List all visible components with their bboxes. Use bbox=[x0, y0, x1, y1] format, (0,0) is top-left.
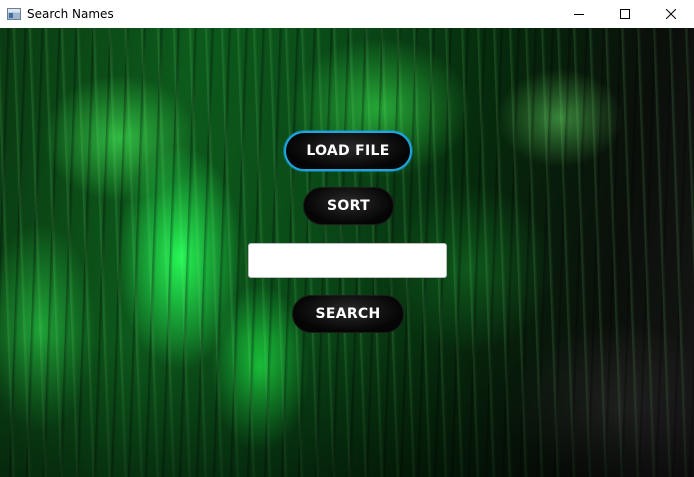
sort-button[interactable]: SORT bbox=[303, 187, 394, 225]
app-window: Search Names LOAD FILE SORT SEARCH bbox=[0, 0, 694, 477]
window-controls bbox=[556, 0, 694, 28]
main-content: LOAD FILE SORT SEARCH bbox=[0, 28, 694, 477]
close-button[interactable] bbox=[648, 0, 694, 28]
search-input[interactable] bbox=[248, 243, 447, 278]
search-button[interactable]: SEARCH bbox=[292, 295, 404, 333]
title-bar[interactable]: Search Names bbox=[0, 0, 694, 28]
maximize-button[interactable] bbox=[602, 0, 648, 28]
minimize-button[interactable] bbox=[556, 0, 602, 28]
close-icon bbox=[666, 9, 676, 19]
load-file-button[interactable]: LOAD FILE bbox=[284, 131, 412, 171]
background-shade bbox=[0, 337, 694, 477]
maximize-icon bbox=[620, 9, 630, 19]
app-icon bbox=[7, 8, 21, 20]
window-title: Search Names bbox=[27, 7, 114, 21]
minimize-icon bbox=[574, 14, 584, 15]
